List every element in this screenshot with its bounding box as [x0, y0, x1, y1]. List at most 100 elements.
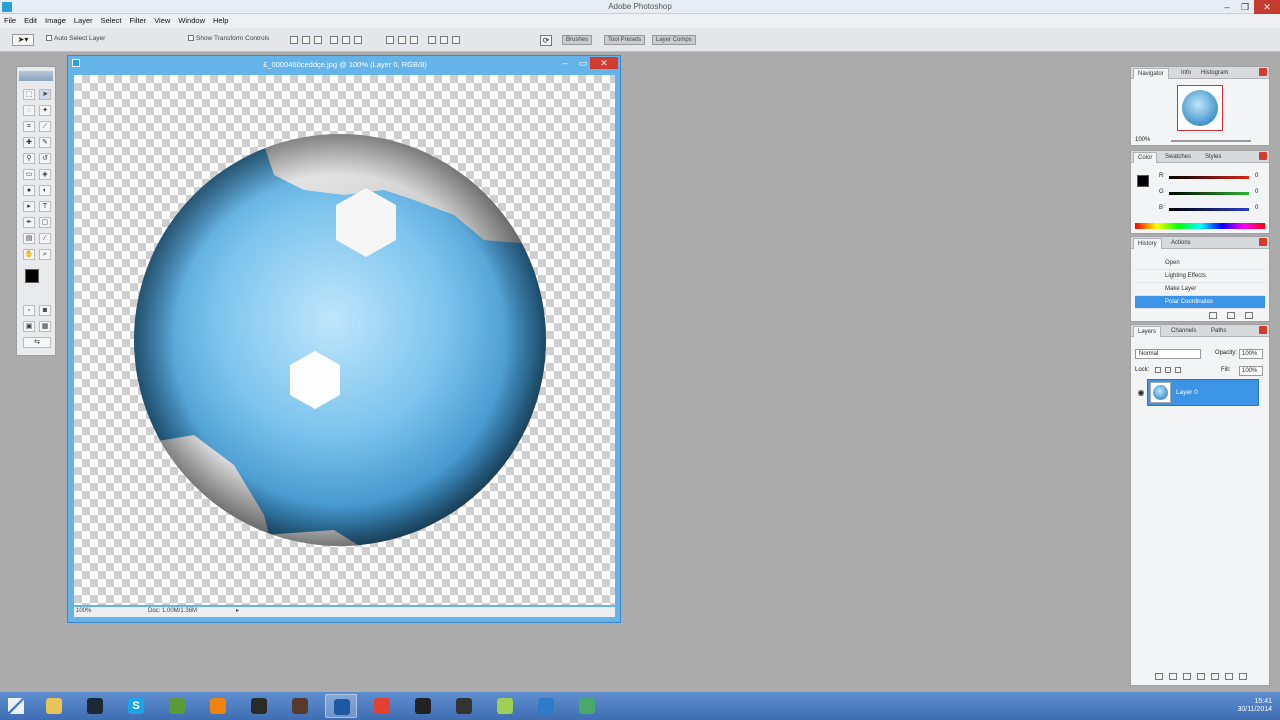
- crop-tool-icon[interactable]: ⌗: [23, 121, 35, 132]
- panel-close-icon[interactable]: [1259, 152, 1267, 160]
- taskbar-app-button[interactable]: [325, 694, 357, 718]
- menu-file[interactable]: File: [0, 14, 20, 25]
- shape-tool-icon[interactable]: ▢: [39, 217, 51, 228]
- menu-select[interactable]: Select: [97, 14, 126, 25]
- doc-close-icon[interactable]: ✕: [590, 57, 618, 69]
- show-transform-checkbox[interactable]: Show Transform Controls: [188, 35, 269, 42]
- doc-minimize-icon[interactable]: –: [556, 57, 574, 69]
- new-group-icon[interactable]: [1211, 673, 1219, 680]
- blend-mode-select[interactable]: Normal: [1135, 349, 1201, 359]
- trash-icon[interactable]: [1245, 312, 1253, 319]
- eyedropper-tool-icon[interactable]: ⁄: [39, 233, 51, 244]
- tab-actions[interactable]: Actions: [1167, 238, 1195, 249]
- image-canvas[interactable]: [74, 75, 615, 605]
- standard-mode-icon[interactable]: ▫: [23, 305, 35, 316]
- taskbar-app-button[interactable]: [489, 694, 521, 718]
- panel-close-icon[interactable]: [1259, 326, 1267, 334]
- zoom-readout[interactable]: 100%: [76, 608, 91, 614]
- align-bottom-icon[interactable]: [314, 36, 322, 44]
- marquee-tool-icon[interactable]: ⬚: [23, 89, 35, 100]
- zoom-tool-icon[interactable]: ⌕: [39, 249, 51, 260]
- taskbar-app-button[interactable]: [38, 694, 70, 718]
- taskbar-app-button[interactable]: [448, 694, 480, 718]
- history-item[interactable]: Make Layer: [1135, 283, 1265, 296]
- lock-position-icon[interactable]: [1175, 367, 1181, 373]
- opacity-field[interactable]: 100%: [1239, 349, 1263, 359]
- layer-visibility-eye-icon[interactable]: ◉: [1135, 380, 1147, 405]
- new-snapshot-icon[interactable]: [1209, 312, 1217, 319]
- jump-to-imageready-icon[interactable]: ⇆: [23, 337, 51, 348]
- tab-swatches[interactable]: Swatches: [1161, 152, 1195, 163]
- align-top-icon[interactable]: [290, 36, 298, 44]
- healing-brush-tool-icon[interactable]: ✚: [23, 137, 35, 148]
- pen-tool-icon[interactable]: ✒: [23, 217, 35, 228]
- tab-navigator[interactable]: Navigator: [1133, 68, 1169, 79]
- tab-styles[interactable]: Styles: [1201, 152, 1225, 163]
- lock-pixels-icon[interactable]: [1165, 367, 1171, 373]
- new-document-icon[interactable]: [1227, 312, 1235, 319]
- distribute-top-icon[interactable]: [386, 36, 394, 44]
- distribute-right-icon[interactable]: [452, 36, 460, 44]
- eraser-tool-icon[interactable]: ▭: [23, 169, 35, 180]
- navigator-preview[interactable]: [1177, 85, 1223, 131]
- move-tool-preset-icon[interactable]: ➤▾: [12, 34, 34, 46]
- clone-stamp-tool-icon[interactable]: ⚲: [23, 153, 35, 164]
- quick-mask-mode-icon[interactable]: ◙: [39, 305, 51, 316]
- link-layers-icon[interactable]: [1155, 673, 1163, 680]
- history-item[interactable]: Lighting Effects: [1135, 270, 1265, 283]
- align-middle-icon[interactable]: [302, 36, 310, 44]
- layer-mask-icon[interactable]: [1183, 673, 1191, 680]
- layer-style-icon[interactable]: [1169, 673, 1177, 680]
- tool-presets-palette-well-tab[interactable]: Tool Presets: [604, 35, 646, 45]
- taskbar-app-button[interactable]: [79, 694, 111, 718]
- full-screen-mode-icon[interactable]: ▦: [39, 321, 51, 332]
- notes-tool-icon[interactable]: ▤: [23, 233, 35, 244]
- align-right-icon[interactable]: [354, 36, 362, 44]
- red-channel-value[interactable]: 0: [1255, 173, 1258, 179]
- menu-help[interactable]: Help: [209, 14, 232, 25]
- distribute-left-icon[interactable]: [428, 36, 436, 44]
- layer-row[interactable]: Layer 0: [1147, 379, 1259, 406]
- distribute-center-icon[interactable]: [440, 36, 448, 44]
- blur-tool-icon[interactable]: ●: [23, 185, 35, 196]
- taskbar-app-button[interactable]: [161, 694, 193, 718]
- panel-close-icon[interactable]: [1259, 68, 1267, 76]
- color-foreground-swatch[interactable]: [1137, 175, 1149, 187]
- status-menu-arrow-icon[interactable]: ▸: [236, 607, 239, 614]
- brush-tool-icon[interactable]: ✎: [39, 137, 51, 148]
- move-tool-icon[interactable]: ➤: [39, 89, 51, 100]
- lock-transparency-icon[interactable]: [1155, 367, 1161, 373]
- green-channel-value[interactable]: 0: [1255, 189, 1258, 195]
- menu-view[interactable]: View: [150, 14, 174, 25]
- taskbar-app-button[interactable]: [284, 694, 316, 718]
- minimize-icon[interactable]: –: [1218, 0, 1236, 14]
- system-clock[interactable]: 15:41 30/11/2014: [1237, 698, 1272, 714]
- paint-bucket-tool-icon[interactable]: ◈: [39, 169, 51, 180]
- type-tool-icon[interactable]: T: [39, 201, 51, 212]
- taskbar-app-button[interactable]: [407, 694, 439, 718]
- align-center-icon[interactable]: [342, 36, 350, 44]
- layer-name[interactable]: Layer 0: [1176, 389, 1198, 396]
- menu-image[interactable]: Image: [41, 14, 70, 25]
- color-spectrum-bar[interactable]: [1135, 223, 1265, 229]
- history-brush-tool-icon[interactable]: ↺: [39, 153, 51, 164]
- red-channel-slider[interactable]: [1169, 176, 1249, 179]
- menu-filter[interactable]: Filter: [126, 14, 151, 25]
- foreground-color-swatch[interactable]: [25, 269, 39, 283]
- dodge-tool-icon[interactable]: ◐: [39, 185, 51, 196]
- tab-paths[interactable]: Paths: [1207, 326, 1230, 337]
- history-item-selected[interactable]: Polar Coordinates: [1135, 296, 1265, 309]
- menu-window[interactable]: Window: [174, 14, 209, 25]
- maximize-icon[interactable]: ❐: [1236, 0, 1254, 14]
- distribute-middle-icon[interactable]: [398, 36, 406, 44]
- tab-history[interactable]: History: [1133, 238, 1162, 249]
- slice-tool-icon[interactable]: ⟋: [39, 121, 51, 132]
- align-left-icon[interactable]: [330, 36, 338, 44]
- navigator-zoom-slider[interactable]: [1171, 140, 1251, 142]
- history-item[interactable]: Open: [1135, 257, 1265, 270]
- delete-layer-icon[interactable]: [1239, 673, 1247, 680]
- path-selection-tool-icon[interactable]: ▸: [23, 201, 35, 212]
- blue-channel-value[interactable]: 0: [1255, 205, 1258, 211]
- magic-wand-tool-icon[interactable]: ✦: [39, 105, 51, 116]
- blue-channel-slider[interactable]: [1169, 208, 1249, 211]
